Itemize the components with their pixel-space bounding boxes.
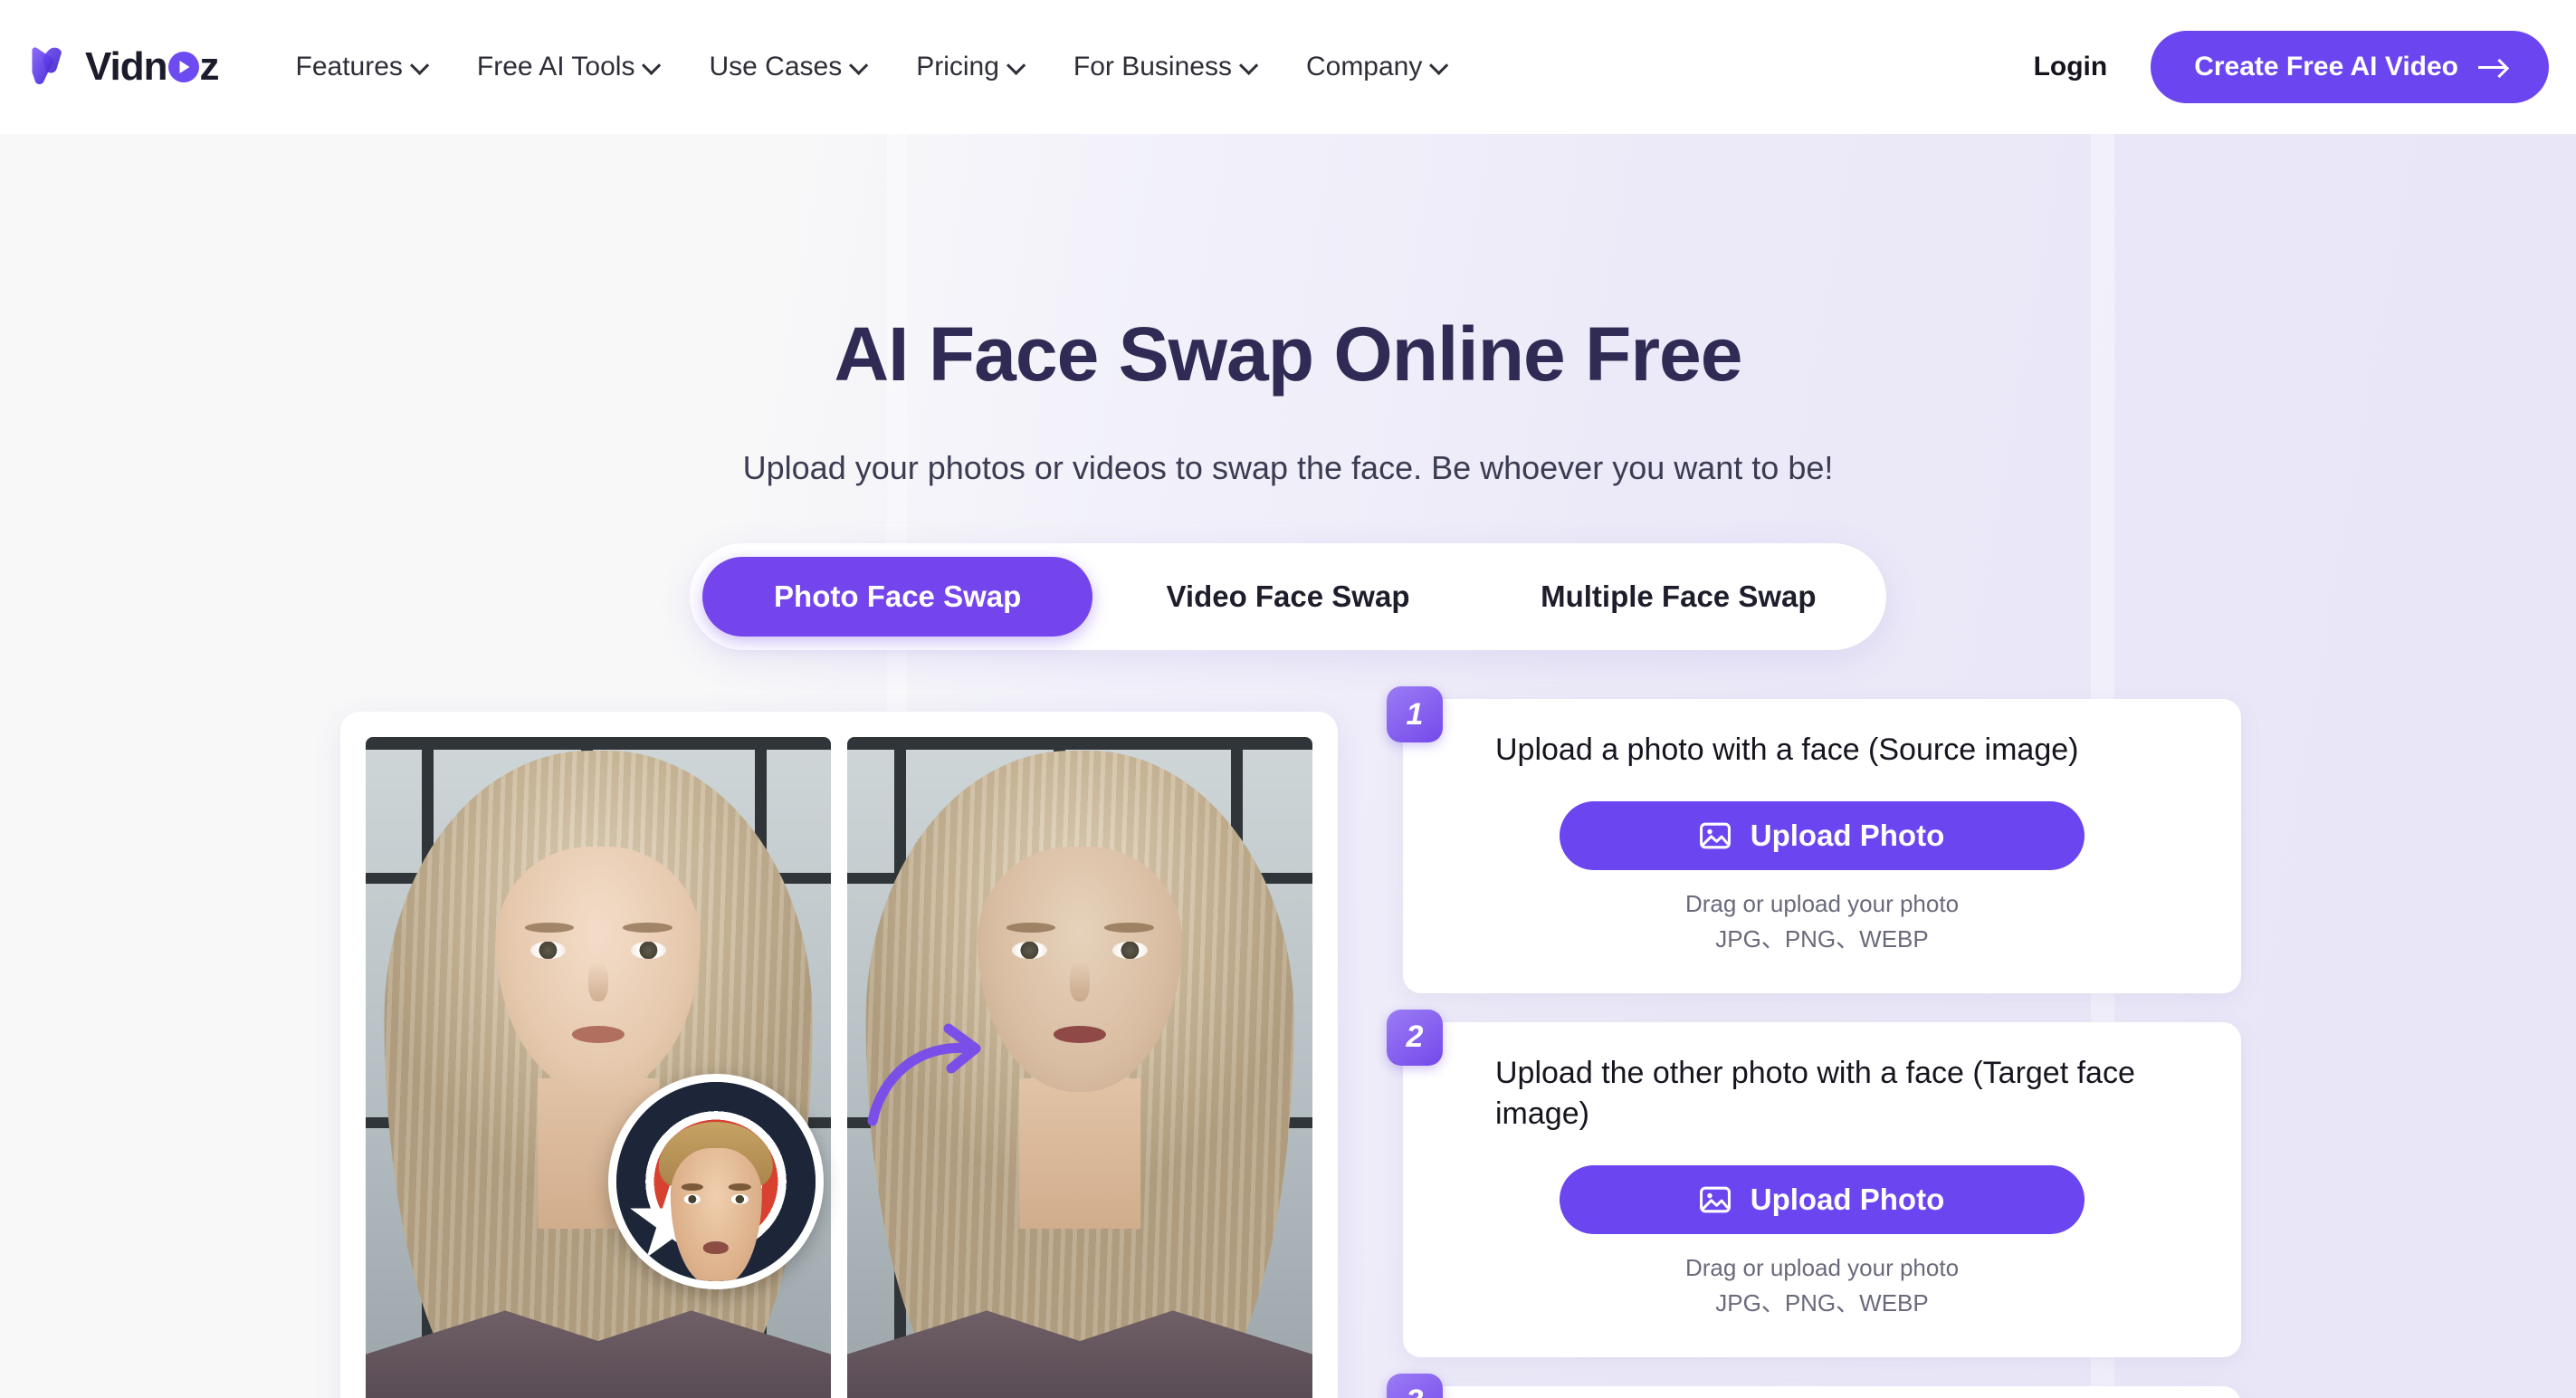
upload-button-label: Upload Photo [1750,818,1945,852]
upload-source-photo-button[interactable]: Upload Photo [1560,800,2085,870]
chevron-down-icon [1006,55,1026,75]
logo-wordmark: Vidn z [85,44,220,89]
curved-arrow-right-icon [867,1023,981,1126]
step-card-3: 3 Click Swap Face Now to start Swap Face… [1387,1373,2241,1398]
nav-item-for-business[interactable]: For Business [1047,52,1280,82]
nav-label: Features [295,52,403,81]
chevron-down-icon [409,55,430,75]
face-swap-tabs: Photo Face Swap Video Face Swap Multiple… [690,543,1886,650]
source-photo [366,737,831,1398]
step-title-1: Upload a photo with a face (Source image… [1495,733,2079,767]
cta-label: Create Free AI Video [2194,52,2458,81]
nav-item-features[interactable]: Features [270,52,451,82]
site-header: Vidn z Features Free AI Tools Use Cases … [0,0,2576,134]
step-hint-1: Drag or upload your photo JPG、PNG、WEBP [1443,886,2201,957]
main-nav: Features Free AI Tools Use Cases Pricing… [270,52,1471,82]
chevron-down-icon [642,55,662,75]
tab-label: Video Face Swap [1166,579,1410,613]
arrow-right-icon [2478,65,2505,69]
nav-item-use-cases[interactable]: Use Cases [682,52,890,82]
tab-label: Multiple Face Swap [1541,579,1817,613]
preview-images [366,737,1312,1398]
nav-label: Free AI Tools [476,52,635,81]
chevron-down-icon [1429,55,1449,75]
chevron-down-icon [849,55,869,75]
tab-label: Photo Face Swap [774,579,1022,613]
step-badge-3: 3 [1387,1373,1443,1398]
hint-line-2: JPG、PNG、WEBP [1715,924,1929,953]
tab-multiple-face-swap[interactable]: Multiple Face Swap [1484,557,1874,637]
step-title-2: Upload the other photo with a face (Targ… [1495,1055,2135,1131]
logo[interactable]: Vidn z [27,40,220,94]
neck [1019,1078,1140,1229]
overlay-face [654,1122,778,1281]
nav-label: Pricing [916,52,999,81]
create-free-ai-video-button[interactable]: Create Free AI Video [2151,31,2549,103]
logo-play-o-icon [167,52,199,82]
nav-label: Use Cases [709,52,843,81]
steps-panel: 1 Upload a photo with a face (Source ima… [1387,686,2241,1398]
step-hint-2: Drag or upload your photo JPG、PNG、WEBP [1443,1250,2201,1321]
hint-line-1: Drag or upload your photo [1684,1253,1960,1281]
hero-section: AI Face Swap Online Free Upload your pho… [0,134,2576,1398]
step-badge-2: 2 [1387,1009,1443,1066]
nav-label: Company [1305,52,1423,81]
nav-item-company[interactable]: Company [1280,52,1470,82]
preview-card [340,712,1338,1398]
login-link[interactable]: Login [2034,52,2108,82]
vidnoz-v-logo-icon [32,47,62,85]
step-badge-1: 1 [1387,686,1443,742]
logo-text-part2: z [199,44,220,89]
image-upload-icon [1699,1186,1731,1212]
tab-video-face-swap[interactable]: Video Face Swap [1092,557,1483,637]
step-card-2: 2 Upload the other photo with a face (Ta… [1387,1009,2241,1357]
nav-item-pricing[interactable]: Pricing [890,52,1047,82]
hint-line-2: JPG、PNG、WEBP [1715,1288,1929,1317]
page-subtitle: Upload your photos or videos to swap the… [742,449,1834,486]
chevron-down-icon [1238,55,1259,75]
logo-text-part1: Vidn [85,44,168,89]
upload-button-label: Upload Photo [1750,1182,1945,1216]
image-upload-icon [1699,822,1731,849]
tab-photo-face-swap[interactable]: Photo Face Swap [702,557,1093,637]
step-card-1: 1 Upload a photo with a face (Source ima… [1387,686,2241,993]
nav-label: For Business [1073,52,1232,81]
nav-item-free-ai-tools[interactable]: Free AI Tools [451,52,683,82]
header-actions: Login Create Free AI Video [2034,31,2549,103]
upload-target-photo-button[interactable]: Upload Photo [1560,1164,2085,1234]
source-face-thumbnail [608,1074,824,1289]
hint-line-1: Drag or upload your photo [1684,889,1960,917]
page-title: AI Face Swap Online Free [834,311,1743,397]
